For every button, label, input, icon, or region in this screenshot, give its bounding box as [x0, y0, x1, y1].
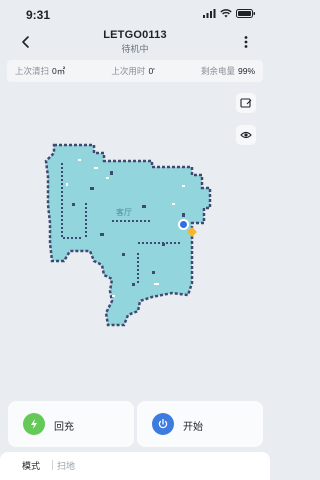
mode-bar[interactable]: 模式 扫地 — [0, 452, 270, 480]
more-button[interactable] — [238, 32, 254, 52]
start-button[interactable]: 开始 — [137, 401, 263, 447]
stat-value: 0㎡ — [52, 66, 66, 76]
start-label: 开始 — [183, 422, 203, 433]
mode-value[interactable]: 扫地 — [57, 459, 75, 472]
wifi-icon — [220, 9, 232, 18]
stat-value: 0' — [148, 66, 155, 76]
recharge-icon — [23, 413, 45, 435]
stat-battery: 剩余电量 99% — [201, 65, 255, 77]
recharge-label: 回充 — [54, 422, 74, 433]
stat-last-area: 上次清扫 0㎡ — [15, 65, 65, 77]
stat-label: 上次用时 — [111, 66, 146, 76]
device-name: LETGO0113 — [103, 29, 167, 41]
divider — [52, 460, 53, 470]
more-vertical-icon — [244, 36, 248, 48]
status-bar: 9:31 — [0, 0, 270, 28]
stat-last-duration: 上次用时 0' — [111, 65, 154, 77]
eye-icon — [240, 131, 252, 139]
stat-label: 剩余电量 — [200, 66, 235, 76]
room-label: 客厅 — [116, 208, 132, 217]
view-map-button[interactable] — [236, 125, 256, 145]
recharge-button[interactable]: 回充 — [8, 401, 134, 447]
stats-strip: 上次清扫 0㎡ 上次用时 0' 剩余电量 99% — [7, 60, 263, 82]
edit-map-button[interactable] — [236, 93, 256, 113]
device-status: 待机中 — [121, 44, 149, 54]
stat-value: 99% — [237, 66, 255, 76]
signal-icon — [203, 9, 216, 18]
mode-label: 模式 — [22, 461, 41, 471]
stat-label: 上次清扫 — [15, 66, 50, 76]
edit-map-icon — [240, 98, 252, 108]
robot-position-marker — [178, 219, 189, 230]
battery-icon — [236, 9, 255, 18]
nav-bar: LETGO0113 待机中 — [0, 28, 270, 56]
power-icon — [152, 413, 174, 435]
status-time: 9:31 — [26, 8, 51, 22]
system-icons — [203, 9, 256, 18]
